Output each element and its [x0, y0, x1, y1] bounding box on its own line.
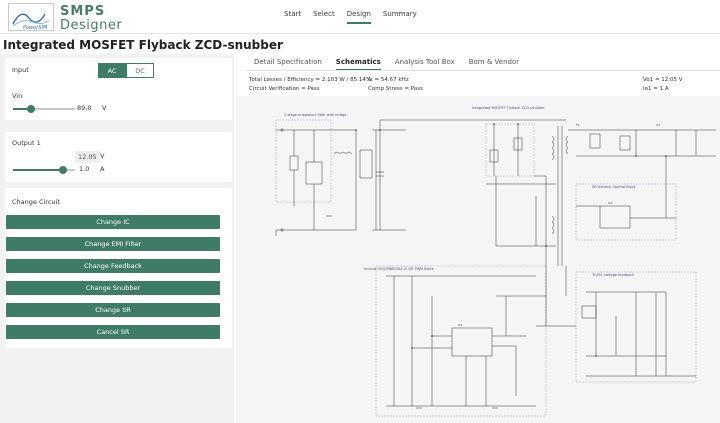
input-heading: Input: [12, 66, 29, 74]
schematic-canvas[interactable]: 1 stage unbalance filter with bridge Int…: [236, 96, 720, 423]
current-slider-fill: [13, 169, 61, 171]
app-logo-title: SMPS Designer: [60, 2, 122, 32]
vin-slider-fill: [13, 108, 28, 110]
nav-design[interactable]: Design: [346, 10, 371, 24]
vin-label: Vin: [12, 92, 23, 100]
switching-frequency: fs = 54.67 kHz: [368, 77, 409, 83]
schematic-label-emi: 1 stage unbalance filter with bridge: [284, 113, 347, 117]
schematic-label-pwm: Include IC01/P88034A IC QR PWM Block: [364, 267, 435, 271]
app-header: PowerSIM SMPS Designer Start Select Desi…: [0, 0, 720, 34]
vin-unit: V: [102, 104, 107, 112]
current-slider-thumb[interactable]: [59, 166, 67, 174]
schematic-u1: U1: [656, 123, 660, 127]
ac-dc-toggle: AC DC: [98, 63, 154, 78]
dc-button[interactable]: DC: [126, 63, 154, 78]
logo-line2: Designer: [60, 18, 123, 33]
powersim-logo-icon: PowerSIM: [12, 13, 50, 31]
cancel-sr-button[interactable]: Cancel SR: [6, 325, 220, 339]
output-current-unit: A: [100, 165, 105, 173]
powersim-logo: PowerSIM: [8, 3, 54, 31]
schematic-label-ic: Integrated MOSFET Flyback ZCD-snubber: [472, 106, 545, 110]
logo-line1: SMPS: [60, 4, 106, 19]
schematic-svg: 1 stage unbalance filter with bridge Int…: [275, 106, 716, 417]
nav-start[interactable]: Start: [284, 10, 301, 24]
change-circuit-card: Change Circuit Change IC Change EMI Filt…: [5, 188, 232, 348]
vin-slider-thumb[interactable]: [27, 105, 35, 113]
schematic-label-feedback: TL431 voltage feedback: [591, 273, 635, 277]
change-feedback-button[interactable]: Change Feedback: [6, 259, 220, 273]
change-emi-filter-button[interactable]: Change EMI Filter: [6, 237, 220, 251]
output-card: Output 1 12.05 V 1.0 A: [5, 132, 232, 182]
output-voltage-unit: V: [100, 152, 105, 160]
schematic-label-sr: SR Generic Control Block: [592, 185, 637, 189]
input-card: Input AC DC Vin 89.0 V: [5, 58, 232, 120]
top-nav: Start Select Design Summary: [284, 10, 417, 24]
change-circuit-heading: Change Circuit: [12, 198, 60, 206]
current-slider[interactable]: [13, 166, 75, 174]
tabs-divider: [246, 70, 720, 71]
nav-summary[interactable]: Summary: [383, 10, 417, 24]
vo1-readout: Vo1 = 12.05 V: [643, 77, 683, 83]
schematic-u3: U3: [458, 323, 462, 327]
logo-mark-text: PowerSIM: [23, 25, 48, 31]
output-current-value: 1.0: [79, 165, 90, 173]
change-snubber-button[interactable]: Change Snubber: [6, 281, 220, 295]
output-voltage-value[interactable]: 12.05: [75, 151, 100, 163]
page-title: Integrated MOSFET Flyback ZCD-snubber: [3, 38, 283, 52]
schematic-t1: T1: [575, 123, 580, 127]
schematic-u2: U2: [608, 201, 612, 205]
change-sr-button[interactable]: Change SR: [6, 303, 220, 317]
output-heading: Output 1: [12, 139, 41, 147]
losses-efficiency: Total Losses / Efficiency = 2.103 W / 85…: [249, 77, 372, 83]
vin-slider[interactable]: [13, 105, 75, 113]
io1-readout: Io1 = 1 A: [643, 86, 669, 92]
comp-stress: Comp Stress = Pass: [368, 86, 423, 92]
nav-select[interactable]: Select: [313, 10, 335, 24]
vin-value: 89.0: [77, 104, 92, 112]
ac-button[interactable]: AC: [98, 63, 126, 78]
change-ic-button[interactable]: Change IC: [6, 215, 220, 229]
circuit-verification: Circuit Verification = Pass: [249, 86, 320, 92]
